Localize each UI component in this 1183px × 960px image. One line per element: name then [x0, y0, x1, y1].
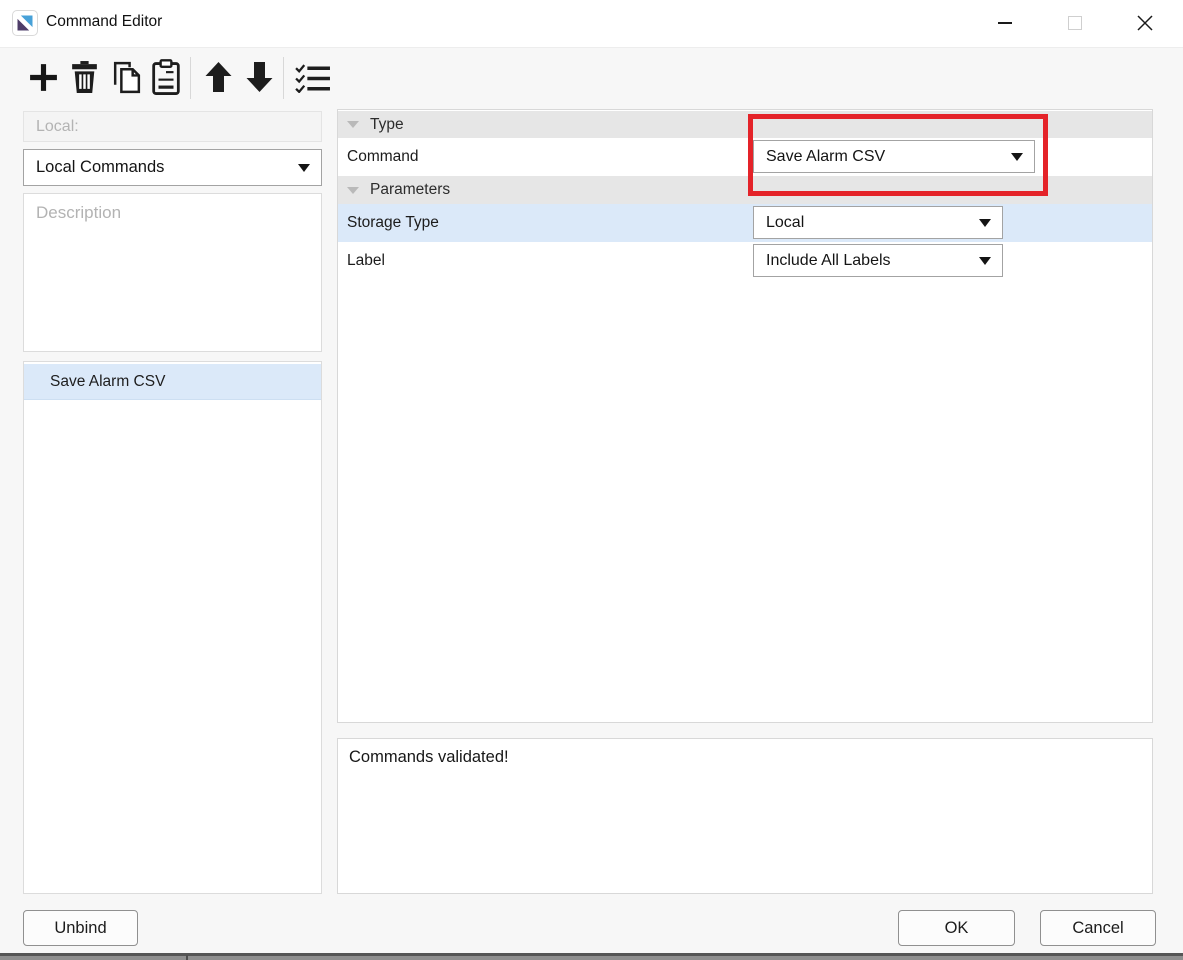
toolbar-separator: [283, 57, 284, 99]
move-down-button[interactable]: [245, 61, 274, 93]
chevron-down-icon: [1011, 153, 1023, 161]
background-window-divider: [186, 955, 188, 960]
unbind-button[interactable]: Unbind: [23, 910, 138, 946]
toolbar-separator: [190, 57, 191, 99]
collapse-triangle-icon: [347, 187, 359, 194]
title-bar: Command Editor: [0, 0, 1183, 47]
command-scope-dropdown[interactable]: Local Commands: [23, 149, 322, 186]
cancel-button[interactable]: Cancel: [1040, 910, 1156, 946]
add-command-button[interactable]: [27, 61, 60, 94]
validation-status-panel: Commands validated!: [337, 738, 1153, 894]
copy-command-button[interactable]: [111, 60, 142, 95]
app-logo-icon: [12, 10, 38, 36]
command-list[interactable]: Save Alarm CSV: [23, 361, 322, 894]
chevron-down-icon: [979, 257, 991, 265]
collapse-triangle-icon: [347, 121, 359, 128]
close-icon: [1136, 14, 1154, 32]
minimize-button[interactable]: [988, 8, 1022, 38]
maximize-icon: [1068, 16, 1082, 30]
storage-type-dropdown-value: Local: [766, 214, 804, 232]
paste-icon: [151, 59, 181, 96]
storage-type-dropdown[interactable]: Local: [753, 206, 1003, 239]
command-dropdown[interactable]: Save Alarm CSV: [753, 140, 1035, 173]
property-row-label[interactable]: Label Include All Labels: [338, 242, 1152, 280]
property-label: Label: [347, 252, 385, 270]
section-title: Parameters: [370, 181, 450, 199]
paste-command-button[interactable]: [151, 59, 181, 96]
chevron-down-icon: [298, 164, 310, 172]
arrow-down-icon: [245, 61, 274, 93]
copy-icon: [111, 60, 142, 95]
property-row-storage-type[interactable]: Storage Type Local: [338, 204, 1152, 242]
command-dropdown-value: Save Alarm CSV: [766, 148, 885, 166]
command-editor-window: Command Editor: [0, 0, 1183, 960]
description-input[interactable]: [23, 193, 322, 352]
close-button[interactable]: [1128, 8, 1162, 38]
move-up-button[interactable]: [204, 61, 233, 93]
section-header-type[interactable]: Type: [338, 111, 1152, 138]
window-title: Command Editor: [46, 13, 162, 31]
arrow-up-icon: [204, 61, 233, 93]
section-title: Type: [370, 116, 404, 134]
property-label: Storage Type: [347, 214, 439, 232]
background-window-edge: [0, 953, 1183, 960]
delete-command-button[interactable]: [69, 60, 100, 95]
checklist-icon: [294, 64, 331, 93]
trash-icon: [69, 60, 100, 95]
command-list-item-selected[interactable]: Save Alarm CSV: [24, 364, 321, 400]
validate-commands-button[interactable]: [294, 64, 331, 93]
maximize-button[interactable]: [1058, 8, 1092, 38]
property-grid: Type Command Save Alarm CSV Parameters S…: [337, 109, 1153, 723]
ok-button[interactable]: OK: [898, 910, 1015, 946]
dialog-body: Local: Local Commands Save Alarm CSV Typ…: [0, 47, 1183, 953]
label-dropdown-value: Include All Labels: [766, 252, 891, 270]
binding-target-field: Local:: [23, 111, 322, 142]
plus-icon: [27, 61, 60, 94]
chevron-down-icon: [979, 219, 991, 227]
property-label: Command: [347, 148, 419, 166]
section-header-parameters[interactable]: Parameters: [338, 176, 1152, 204]
command-scope-value: Local Commands: [36, 158, 164, 177]
label-dropdown[interactable]: Include All Labels: [753, 244, 1003, 277]
minimize-icon: [998, 22, 1012, 24]
property-row-command[interactable]: Command Save Alarm CSV: [338, 138, 1152, 176]
validation-message: Commands validated!: [349, 748, 509, 766]
